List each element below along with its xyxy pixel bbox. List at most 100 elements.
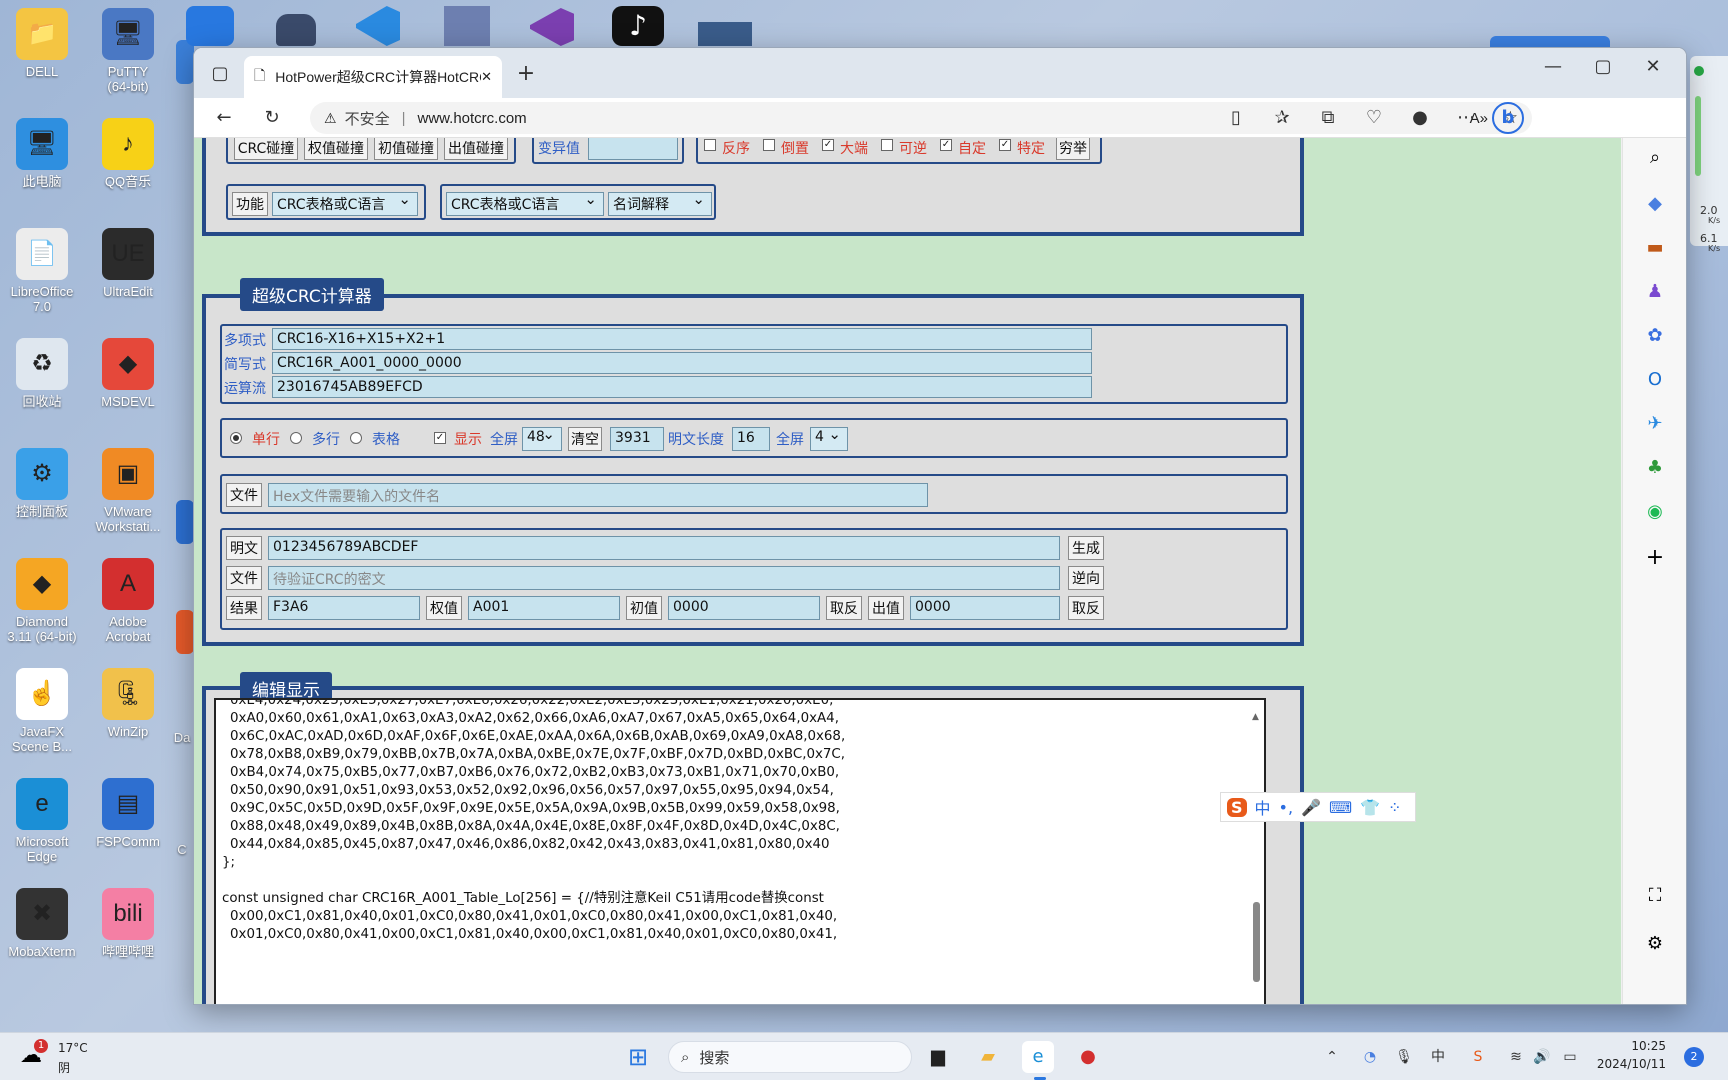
- toolbox-icon[interactable]: ▬: [1641, 234, 1669, 262]
- code-scrollbar[interactable]: ▲: [1252, 712, 1260, 992]
- clock-date[interactable]: 2024/10/11: [1588, 1057, 1666, 1071]
- taskbar-search[interactable]: ⌕ 搜索: [668, 1041, 912, 1073]
- poly-input[interactable]: CRC16-X16+X15+X2+1: [272, 328, 1092, 350]
- desktop-icon[interactable]: UE UltraEdit: [86, 228, 170, 299]
- desktop-icon[interactable]: ◆ Diamond 3.11 (64-bit): [0, 558, 84, 644]
- desktop-icon[interactable]: bili 哔哩哔哩: [86, 888, 170, 959]
- invert-out-button[interactable]: 取反: [1068, 596, 1104, 620]
- option-checkbox[interactable]: [704, 139, 716, 151]
- desktop-icon[interactable]: ♻ 回收站: [0, 338, 84, 409]
- result-button[interactable]: 结果: [226, 596, 262, 620]
- cat-app-icon[interactable]: [276, 14, 316, 46]
- invert-init-button[interactable]: 取反: [826, 596, 862, 620]
- tray-chevron-icon[interactable]: ⌃: [1316, 1041, 1348, 1073]
- plain-button[interactable]: 明文: [226, 536, 262, 560]
- exhaust-button[interactable]: 穷举: [1056, 138, 1090, 160]
- weight-input[interactable]: A001: [468, 596, 620, 620]
- tiktok-icon[interactable]: ♪: [612, 6, 664, 46]
- init-button[interactable]: 初值: [626, 596, 662, 620]
- desktop-icon[interactable]: e Microsoft Edge: [0, 778, 84, 864]
- option-checkbox[interactable]: [763, 139, 775, 151]
- desktop-icon[interactable]: 🖥 此电脑: [0, 118, 84, 189]
- short-input[interactable]: CRC16R_A001_0000_0000: [272, 352, 1092, 374]
- file-explorer-icon[interactable]: ▰: [972, 1041, 1004, 1073]
- new-tab-button[interactable]: +: [512, 60, 540, 88]
- task-view-icon[interactable]: ▆: [922, 1041, 954, 1073]
- copilot-sidebar-icon[interactable]: ✿: [1641, 322, 1669, 350]
- collections-icon[interactable]: ⧉: [1314, 104, 1342, 132]
- ime-skin-icon[interactable]: 👕: [1360, 798, 1380, 817]
- desktop-icon[interactable]: 📁 DELL: [0, 8, 84, 79]
- copilot-icon[interactable]: b: [1492, 102, 1524, 134]
- mode-table-radio[interactable]: [350, 432, 362, 444]
- building-app-icon[interactable]: [444, 6, 490, 46]
- out-button[interactable]: 出值: [868, 596, 904, 620]
- ime-mic-icon[interactable]: 🎤: [1301, 798, 1321, 817]
- code-scroll-thumb[interactable]: [1253, 902, 1260, 982]
- search-icon[interactable]: ⌕: [1641, 144, 1669, 172]
- term-select[interactable]: 名词解释: [608, 190, 712, 216]
- games-icon[interactable]: ♟: [1641, 278, 1669, 306]
- ime-tools-icon[interactable]: ⁘: [1388, 798, 1401, 817]
- full2-select[interactable]: 4: [810, 425, 848, 451]
- url-field[interactable]: ⚠ 不安全 | www.hotcrc.com A» ☆: [310, 102, 1532, 134]
- notification-badge[interactable]: 2: [1684, 1047, 1704, 1067]
- weight-collide-button[interactable]: 权值碰撞: [304, 138, 368, 160]
- desktop-icon[interactable]: ♪ QQ音乐: [86, 118, 170, 189]
- spotify-icon[interactable]: ◉: [1641, 498, 1669, 526]
- partial-icon[interactable]: [176, 40, 194, 84]
- file-button[interactable]: 文件: [226, 483, 262, 507]
- crc-collide-button[interactable]: CRC碰撞: [234, 138, 298, 160]
- tab-hotcrc[interactable]: 🗋 HotPower超级CRC计算器HotCRC ✕: [244, 56, 502, 98]
- favorites-icon[interactable]: ✰: [1268, 104, 1296, 132]
- battery-icon[interactable]: ▭: [1554, 1041, 1586, 1073]
- desktop-icon[interactable]: 🗜 WinZip: [86, 668, 170, 739]
- add-icon[interactable]: +: [1641, 544, 1669, 572]
- tray-lang[interactable]: 中: [1422, 1041, 1454, 1073]
- more-options-icon[interactable]: ⋯: [1452, 104, 1480, 132]
- microphone-icon[interactable]: 🎙: [1388, 1041, 1420, 1073]
- send-icon[interactable]: ✈: [1641, 410, 1669, 438]
- clock-time[interactable]: 10:25: [1604, 1039, 1666, 1053]
- language-select[interactable]: CRC表格或C语言: [446, 190, 604, 216]
- show-checkbox[interactable]: ✓: [434, 432, 446, 444]
- profile-avatar[interactable]: ●: [1406, 104, 1434, 132]
- gear-icon[interactable]: ⚙: [1641, 930, 1669, 958]
- close-icon[interactable]: ✕: [481, 69, 492, 85]
- outlook-icon[interactable]: O: [1641, 366, 1669, 394]
- ime-lang-toggle[interactable]: 中: [1255, 795, 1271, 819]
- variant-input[interactable]: [588, 138, 678, 160]
- tag-icon[interactable]: ◆: [1641, 190, 1669, 218]
- maximize-icon[interactable]: ▢: [1578, 56, 1628, 77]
- option-checkbox[interactable]: ✓: [999, 139, 1011, 151]
- result-input[interactable]: F3A6: [268, 596, 420, 620]
- split-screen-icon[interactable]: ▯: [1222, 104, 1250, 132]
- mode-single-radio[interactable]: [230, 432, 242, 444]
- close-window-icon[interactable]: ✕: [1628, 56, 1678, 77]
- minimize-icon[interactable]: —: [1528, 56, 1578, 77]
- function-button[interactable]: 功能: [232, 192, 268, 216]
- plain-length-input[interactable]: 16: [732, 427, 770, 451]
- plain-input[interactable]: 0123456789ABCDEF: [268, 536, 1060, 560]
- visual-studio-icon[interactable]: [530, 8, 574, 46]
- scroll-up-icon[interactable]: ▲: [1252, 712, 1260, 722]
- option-checkbox[interactable]: ✓: [940, 139, 952, 151]
- out-input[interactable]: 0000: [910, 596, 1060, 620]
- ime-keyboard-icon[interactable]: ⌨: [1329, 798, 1352, 817]
- init-collide-button[interactable]: 初值碰撞: [374, 138, 438, 160]
- partial-icon[interactable]: [176, 610, 194, 654]
- partial-icon[interactable]: [176, 500, 194, 544]
- option-checkbox[interactable]: ✓: [822, 139, 834, 151]
- full-select[interactable]: 48: [522, 425, 562, 451]
- out-collide-button[interactable]: 出值碰撞: [444, 138, 508, 160]
- tray-app-icon[interactable]: ◔: [1354, 1041, 1386, 1073]
- flow-input[interactable]: 23016745AB89EFCD: [272, 376, 1092, 398]
- shield-app-icon[interactable]: [186, 6, 234, 46]
- tab-actions-icon[interactable]: ▢: [206, 60, 234, 88]
- edge-taskbar-icon[interactable]: e: [1022, 1041, 1054, 1073]
- desktop-icon[interactable]: A Adobe Acrobat: [86, 558, 170, 644]
- reverse-button[interactable]: 逆向: [1068, 566, 1104, 590]
- desktop-icon[interactable]: ▤ FSPComm: [86, 778, 170, 849]
- generate-button[interactable]: 生成: [1068, 536, 1104, 560]
- mode-multi-radio[interactable]: [290, 432, 302, 444]
